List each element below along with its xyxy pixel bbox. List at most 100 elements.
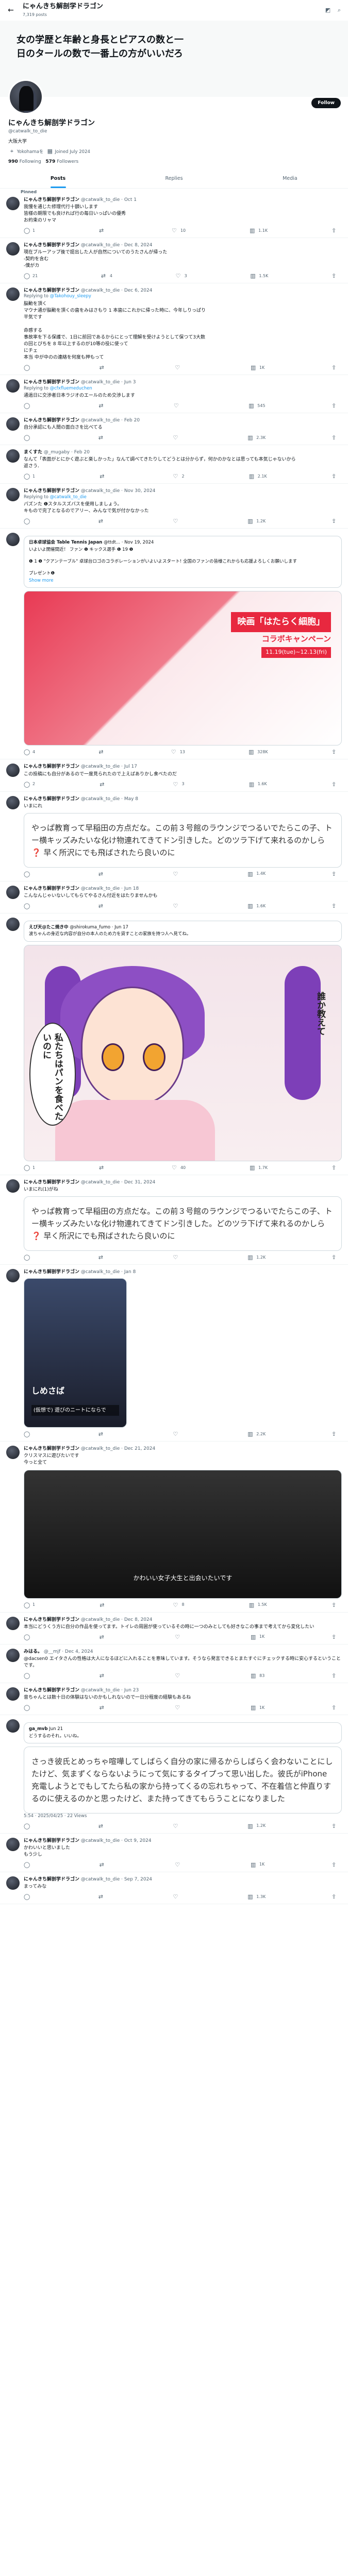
like-action[interactable]: ♡ 3 — [173, 781, 185, 788]
reply-action[interactable]: ◯ 4 — [24, 749, 35, 756]
author-name[interactable]: にゃんきち解剖学ドラゴン — [24, 243, 79, 248]
like-action[interactable]: ♡ 40 — [172, 1164, 186, 1172]
views-action[interactable]: ▥ 328K — [248, 749, 268, 756]
views-action[interactable]: ▥ 1K — [251, 364, 264, 371]
views-action[interactable]: ▥ 1.1K — [250, 227, 268, 234]
reply-action[interactable]: ◯ — [24, 518, 32, 525]
avatar[interactable] — [6, 764, 20, 777]
followers-label[interactable]: Followers — [57, 159, 78, 164]
views-action[interactable]: ▥ 1.3K — [247, 1893, 266, 1901]
share-action[interactable]: ⇪ — [332, 1254, 339, 1261]
author-name[interactable]: にゃんきち解剖学ドラゴン — [24, 886, 79, 891]
views-action[interactable]: ▥ 1.7K — [250, 1164, 268, 1172]
views-action[interactable]: ▥ 1.2K — [247, 518, 266, 525]
author-name[interactable]: にゃんきち解剖学ドラゴン — [24, 796, 79, 802]
views-action[interactable]: ▥ 1K — [251, 1704, 264, 1711]
repost-action[interactable]: ⇄ — [100, 1672, 108, 1680]
like-action[interactable]: ♡ — [175, 1704, 184, 1711]
avatar[interactable] — [6, 1648, 20, 1662]
views-action[interactable]: ▥ 1.2K — [247, 1254, 266, 1261]
text-screenshot[interactable]: やっぱ教育って早稲田の方点だな。この前３号館のラウンジでつるいでたらこの子、トー… — [24, 1196, 342, 1251]
views-action[interactable]: ▥ 1.6K — [247, 903, 266, 910]
author-name[interactable]: にゃんきち解剖学ドラゴン — [24, 197, 79, 202]
repost-action[interactable]: ⇄ — [100, 1704, 108, 1711]
avatar[interactable] — [6, 533, 20, 547]
like-action[interactable]: ♡ 13 — [171, 749, 185, 756]
repost-action[interactable]: ⇄ — [99, 227, 108, 234]
like-action[interactable]: ♡ 3 — [176, 273, 187, 280]
like-action[interactable]: ♡ — [175, 364, 184, 371]
like-action[interactable]: ♡ — [173, 434, 182, 442]
following-count[interactable]: 990 — [8, 159, 18, 164]
quoted-tweet[interactable]: ga_mvb Jun 21 どうするのそれ，いいね。 — [24, 1722, 342, 1744]
share-action[interactable]: ⇪ — [332, 402, 339, 410]
share-action[interactable]: ⇪ — [332, 1704, 339, 1711]
share-action[interactable]: ⇪ — [332, 1893, 339, 1901]
avatar[interactable] — [6, 417, 20, 431]
like-action[interactable]: ♡ 2 — [173, 473, 185, 480]
share-action[interactable]: ⇪ — [332, 781, 339, 788]
repost-action[interactable]: ⇄ — [100, 1861, 108, 1869]
tab-media[interactable]: Media — [232, 170, 348, 188]
quoted-tweet[interactable]: 日本卓球協会 Table Tennis Japan @ttdt... · Nov… — [24, 536, 342, 588]
author-name[interactable]: にゃんきち解剖学ドラゴン — [24, 288, 79, 293]
share-action[interactable]: ⇪ — [332, 273, 339, 280]
show-more-link[interactable]: Show more — [29, 578, 337, 584]
views-action[interactable]: ▥ 83 — [251, 1672, 264, 1680]
reply-action[interactable]: ◯ 2 — [24, 781, 35, 788]
avatar[interactable] — [6, 1837, 20, 1851]
repost-action[interactable]: ⇄ — [98, 1823, 107, 1830]
share-action[interactable]: ⇪ — [332, 434, 339, 442]
avatar[interactable] — [6, 918, 20, 931]
author-name[interactable]: にゃんきち解剖学ドラゴン — [24, 1688, 79, 1693]
reply-action[interactable]: ◯ — [24, 1672, 32, 1680]
views-action[interactable]: ▥ 1K — [251, 1634, 264, 1641]
views-action[interactable]: ▥ 2.3K — [247, 434, 266, 442]
share-action[interactable]: ⇪ — [332, 749, 339, 756]
share-action[interactable]: ⇪ — [332, 473, 339, 480]
repost-action[interactable]: ⇄ — [98, 871, 107, 878]
author-name[interactable]: にゃんきち解剖学ドラゴン — [24, 488, 79, 494]
views-action[interactable]: ▥ 1K — [251, 1861, 264, 1869]
like-action[interactable]: ♡ — [173, 1254, 182, 1261]
reply-action[interactable]: ◯ — [24, 1431, 32, 1438]
reply-action[interactable]: ◯ — [24, 1893, 32, 1901]
repost-action[interactable]: ⇄ — [98, 903, 107, 910]
like-action[interactable]: ♡ — [173, 518, 182, 525]
reply-action[interactable]: ◯ — [24, 434, 32, 442]
author-name[interactable]: にゃんきち解剖学ドラゴン — [24, 1180, 79, 1185]
like-action[interactable]: ♡ 10 — [172, 227, 186, 234]
share-action[interactable]: ⇪ — [332, 1164, 339, 1172]
reply-action[interactable]: ◯ — [24, 871, 32, 878]
like-action[interactable]: ♡ — [173, 903, 182, 910]
avatar[interactable] — [6, 196, 20, 210]
repost-action[interactable]: ⇄ — [100, 1602, 108, 1609]
share-action[interactable]: ⇪ — [332, 1672, 339, 1680]
avatar[interactable] — [6, 242, 20, 256]
avatar[interactable] — [6, 379, 20, 393]
tab-replies[interactable]: Replies — [116, 170, 232, 188]
text-screenshot[interactable]: やっぱ教育って早稲田の方点だな。この前３号館のラウンジでつるいでたらこの子、トー… — [24, 812, 342, 868]
avatar[interactable] — [6, 488, 20, 502]
avatar[interactable] — [6, 1616, 20, 1630]
avatar[interactable] — [6, 287, 20, 301]
reply-action[interactable]: ◯ — [24, 402, 32, 410]
grok-icon[interactable]: ◩ — [324, 7, 332, 14]
repost-action[interactable]: ⇄ — [98, 1893, 107, 1901]
views-action[interactable]: ▥ 1.5K — [250, 273, 268, 280]
avatar[interactable] — [6, 1876, 20, 1890]
repost-action[interactable]: ⇄ — [100, 364, 108, 371]
repost-action[interactable]: ⇄ — [100, 473, 108, 480]
avatar[interactable] — [6, 1269, 20, 1283]
reply-action[interactable]: ◯ — [24, 1861, 32, 1869]
repost-action[interactable]: ⇄ — [100, 781, 108, 788]
like-action[interactable]: ♡ — [173, 871, 182, 878]
like-action[interactable]: ♡ 8 — [173, 1602, 185, 1609]
reply-action[interactable]: ◯ 1 — [24, 1164, 35, 1172]
avatar[interactable] — [6, 1446, 20, 1460]
reply-handle[interactable]: @cfxfluemeduchen — [50, 386, 92, 391]
reply-handle[interactable]: @catwalk_to_die — [50, 495, 87, 500]
views-action[interactable]: ▥ 1.4K — [247, 871, 266, 878]
share-action[interactable]: ⇪ — [332, 1431, 339, 1438]
repost-action[interactable]: ⇄ — [98, 434, 107, 442]
